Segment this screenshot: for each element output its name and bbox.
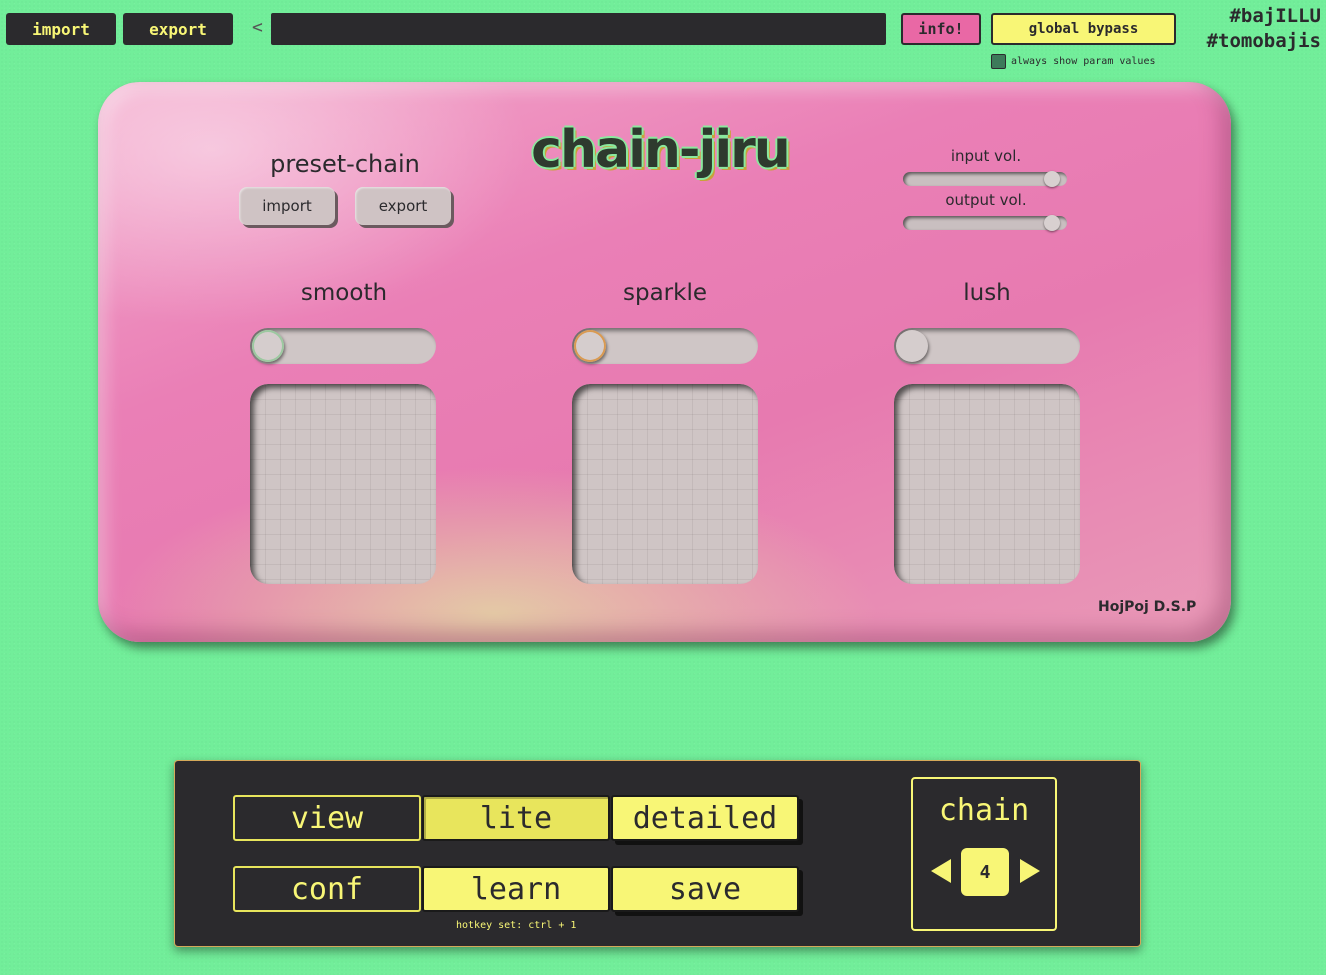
view-lite-button[interactable]: lite bbox=[422, 795, 610, 841]
always-show-checkbox[interactable] bbox=[991, 54, 1006, 69]
effect-toggle-lush[interactable] bbox=[894, 328, 1080, 364]
import-button[interactable]: import bbox=[6, 13, 116, 45]
output-vol-label: output vol. bbox=[945, 191, 1027, 209]
info-button[interactable]: info! bbox=[901, 13, 981, 45]
hashtag-tomobajis: #tomobajis bbox=[1206, 30, 1321, 52]
input-vol-thumb[interactable] bbox=[1043, 171, 1060, 187]
effect-title-lush: lush bbox=[963, 280, 1011, 306]
input-vol-label: input vol. bbox=[950, 147, 1022, 165]
effect-pad-lush[interactable] bbox=[894, 384, 1080, 584]
preset-chain-title: preset-chain bbox=[270, 150, 420, 178]
always-show-label: always show param values bbox=[1011, 56, 1156, 67]
toggle-knob[interactable] bbox=[896, 330, 928, 362]
back-arrow-icon[interactable]: < bbox=[252, 17, 263, 38]
input-vol-slider[interactable] bbox=[903, 171, 1067, 187]
toggle-knob[interactable] bbox=[574, 330, 606, 362]
address-bar-input[interactable] bbox=[271, 13, 886, 45]
chain-number: 4 bbox=[961, 848, 1009, 896]
effect-pad-sparkle[interactable] bbox=[572, 384, 758, 584]
chain-title: chain bbox=[938, 793, 1030, 828]
effect-toggle-sparkle[interactable] bbox=[572, 328, 758, 364]
plugin-logo: chain-jiru bbox=[531, 120, 791, 180]
output-vol-slider[interactable] bbox=[903, 215, 1067, 231]
view-label: view bbox=[233, 795, 421, 841]
effect-toggle-smooth[interactable] bbox=[250, 328, 436, 364]
effect-pad-smooth[interactable] bbox=[250, 384, 436, 584]
toggle-knob[interactable] bbox=[252, 330, 284, 362]
export-button[interactable]: export bbox=[123, 13, 233, 45]
effect-title-sparkle: sparkle bbox=[623, 280, 707, 306]
preset-export-button[interactable]: export bbox=[355, 187, 451, 225]
chain-next-icon[interactable] bbox=[1020, 859, 1040, 883]
chain-prev-icon[interactable] bbox=[931, 859, 951, 883]
view-detailed-button[interactable]: detailed bbox=[611, 795, 799, 841]
global-bypass-button[interactable]: global bypass bbox=[991, 13, 1176, 45]
always-show-values-option[interactable]: always show param values bbox=[991, 54, 1156, 69]
hotkey-hint: hotkey set: ctrl + 1 bbox=[456, 920, 577, 931]
brand-label: HojPoj D.S.P bbox=[1098, 599, 1197, 615]
learn-button[interactable]: learn bbox=[422, 866, 610, 912]
conf-label: conf bbox=[233, 866, 421, 912]
chain-selector: chain 4 bbox=[911, 777, 1057, 931]
hashtags: #bajILLU #tomobajis bbox=[1207, 4, 1321, 54]
output-vol-thumb[interactable] bbox=[1043, 215, 1060, 231]
effect-title-smooth: smooth bbox=[300, 280, 388, 306]
preset-import-button[interactable]: import bbox=[239, 187, 335, 225]
save-button[interactable]: save bbox=[611, 866, 799, 912]
hashtag-bajillu: #bajILLU bbox=[1229, 5, 1321, 27]
